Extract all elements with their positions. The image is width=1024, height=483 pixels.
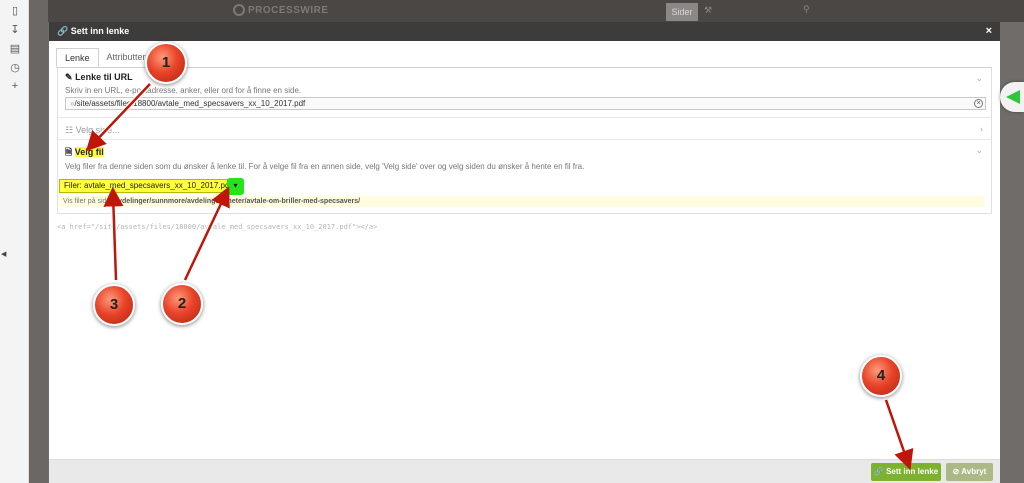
file-icon: 🗎 xyxy=(65,147,73,157)
add-icon[interactable]: + xyxy=(9,80,21,92)
collapse-icon[interactable]: ◀ xyxy=(1,250,6,258)
insert-link-dialog: 🔗 Sett inn lenke × Lenke Attributter ✎ L… xyxy=(49,22,1000,483)
tab-lenke[interactable]: Lenke xyxy=(56,48,99,67)
code-preview: <a href="/site/assets/files/18800/avtale… xyxy=(57,223,378,231)
page-section-title[interactable]: ☷ Velg side... xyxy=(65,125,120,136)
annotation-marker-2: 2 xyxy=(161,283,203,325)
edit-icon: ✎ xyxy=(65,72,73,82)
file-section-title[interactable]: 🗎 Velg fil xyxy=(65,145,104,161)
side-panel-toggle[interactable] xyxy=(1000,82,1024,112)
insert-link-button[interactable]: 🔗 Sett inn lenke xyxy=(871,463,941,481)
annotation-marker-3: 3 xyxy=(93,284,135,326)
processwire-logo: PROCESSWIRE xyxy=(233,4,329,16)
clock-icon[interactable]: ◷ xyxy=(9,62,21,74)
url-description: Skriv in en URL, e-postadresse, anker, e… xyxy=(65,86,302,95)
cancel-icon: ⊘ xyxy=(952,467,960,476)
tab-bar: Lenke Attributter xyxy=(56,48,154,68)
cancel-button[interactable]: ⊘ Avbryt xyxy=(946,463,993,481)
play-icon xyxy=(1006,90,1020,104)
sitemap-icon: ☷ xyxy=(65,125,74,135)
url-section: ✎ Lenke til URL ⌄ Skriv in en URL, e-pos… xyxy=(58,68,991,118)
annotation-marker-1: 1 xyxy=(145,42,187,84)
dialog-titlebar: 🔗 Sett inn lenke × xyxy=(49,22,1000,41)
search-icon[interactable]: ⚲ xyxy=(803,4,810,15)
admin-topbar: PROCESSWIRE Sider ⚒ ⚲ xyxy=(48,0,1024,22)
annotation-marker-4: 4 xyxy=(860,355,902,397)
file-select[interactable]: Filer: avtale_med_specsavers_xx_10_2017.… xyxy=(59,178,244,195)
left-toolbar: ▯ ↧ ▤ ◷ + ◀ xyxy=(0,0,29,483)
wrench-icon[interactable]: ⚒ xyxy=(704,5,712,16)
dialog-title: Sett inn lenke xyxy=(70,26,130,36)
url-input[interactable]: »/site/assets/files/18800/avtale_med_spe… xyxy=(65,97,986,110)
chevron-down-icon[interactable]: ⌄ xyxy=(975,73,983,84)
clear-icon[interactable]: × xyxy=(974,99,983,108)
sider-tab[interactable]: Sider xyxy=(666,3,698,21)
file-description: Velg filer fra denne siden som du ønsker… xyxy=(65,162,585,171)
dialog-footer: 🔗 Sett inn lenke ⊘ Avbryt xyxy=(49,459,1000,483)
link-icon: 🔗 xyxy=(873,467,884,476)
bookmark-icon[interactable]: ▯ xyxy=(9,5,21,17)
close-icon[interactable]: × xyxy=(986,22,992,41)
link-icon: 🔗 xyxy=(57,26,69,36)
dropdown-arrow-icon[interactable]: ▾ xyxy=(227,178,244,195)
page-section[interactable]: ☷ Velg side... › xyxy=(58,118,991,140)
chevron-right-icon[interactable]: › xyxy=(980,124,983,134)
url-section-title[interactable]: ✎ Lenke til URL xyxy=(65,72,133,83)
document-icon[interactable]: ▤ xyxy=(9,43,21,55)
shown-page-info: Vis filer på side: avdelinger/sunnmore/a… xyxy=(59,196,984,207)
backdrop-strip xyxy=(29,0,48,483)
chevron-down-icon[interactable]: ⌄ xyxy=(975,145,983,156)
download-icon[interactable]: ↧ xyxy=(9,24,21,36)
